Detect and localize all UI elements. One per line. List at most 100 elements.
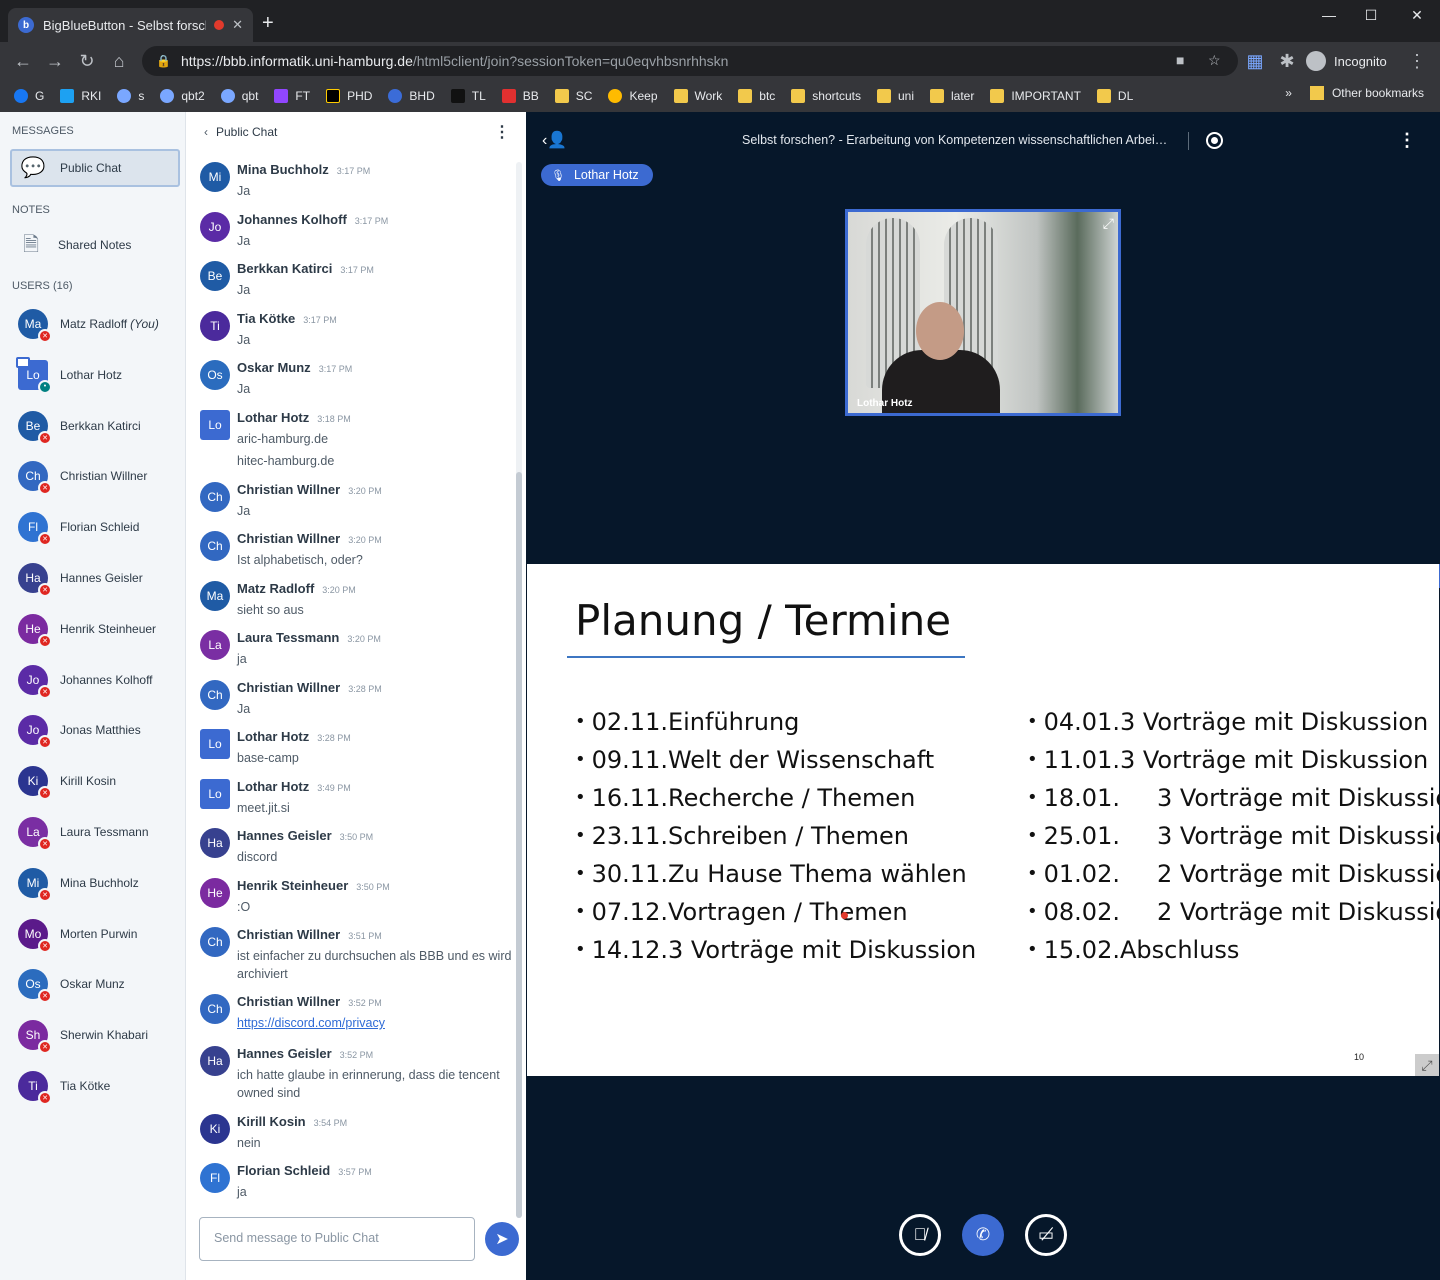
webcam-video[interactable]: Lothar Hotz ⤢ bbox=[845, 209, 1121, 416]
minimize-window-icon[interactable]: — bbox=[1306, 0, 1352, 30]
user-list-item[interactable]: Ma ✕ Matz Radloff (You) bbox=[0, 299, 186, 349]
chat-message-input[interactable]: Send message to Public Chat bbox=[199, 1217, 475, 1261]
bookmark-folder[interactable]: Work bbox=[673, 89, 722, 103]
reload-icon[interactable]: ↻ bbox=[76, 50, 98, 72]
public-chat-nav-item[interactable]: 💬 Public Chat bbox=[10, 149, 180, 187]
avatar-initials: Lo bbox=[208, 418, 222, 432]
unmute-button[interactable]: 🎙̸ bbox=[899, 1214, 941, 1256]
puzzle-extensions-icon[interactable]: ✱ bbox=[1276, 50, 1298, 72]
slide-fullscreen-icon[interactable]: ⤢ bbox=[1415, 1054, 1439, 1076]
message-time: 3:54 PM bbox=[313, 1118, 348, 1128]
incognito-indicator[interactable]: Incognito bbox=[1306, 51, 1387, 71]
home-icon[interactable]: ⌂ bbox=[108, 50, 130, 72]
bookmark-folder[interactable]: DL bbox=[1096, 89, 1133, 103]
bookmark-item[interactable]: TL bbox=[450, 89, 486, 103]
user-list-item[interactable]: Ti ✕ Tia Kötke bbox=[0, 1061, 186, 1111]
more-bookmarks-icon[interactable]: » bbox=[1285, 86, 1292, 100]
bookmark-item[interactable]: G bbox=[14, 89, 44, 103]
title-divider bbox=[1188, 132, 1189, 150]
other-bookmarks[interactable]: » Other bookmarks bbox=[1285, 86, 1424, 100]
avatar-initials: Ti bbox=[210, 319, 220, 333]
bookmark-folder[interactable]: later bbox=[930, 89, 974, 103]
bookmark-folder[interactable]: shortcuts bbox=[791, 89, 861, 103]
messages-section-title: MESSAGES bbox=[12, 125, 74, 137]
user-list-item[interactable]: Mi ✕ Mina Buchholz bbox=[0, 858, 186, 908]
bookmark-folder[interactable]: IMPORTANT bbox=[990, 89, 1081, 103]
bookmark-item[interactable]: RKI bbox=[60, 89, 101, 103]
chat-options-icon[interactable]: ⋮ bbox=[494, 122, 510, 142]
close-tab-icon[interactable]: ✕ bbox=[232, 17, 243, 33]
sender-name: Lothar Hotz bbox=[237, 729, 310, 744]
send-message-button[interactable]: ➤ bbox=[485, 1222, 519, 1256]
message-time: 3:50 PM bbox=[339, 832, 374, 842]
fullscreen-icon[interactable]: ⤢ bbox=[1103, 215, 1114, 232]
user-list-item[interactable]: Ch ✕ Christian Willner bbox=[0, 451, 186, 501]
user-list-item[interactable]: He ✕ Henrik Steinheuer bbox=[0, 604, 186, 654]
user-list-item[interactable]: Jo ✕ Johannes Kolhoff bbox=[0, 655, 186, 705]
bookmark-item[interactable]: FT bbox=[274, 89, 310, 103]
user-list-item[interactable]: Fl ✕ Florian Schleid bbox=[0, 502, 186, 552]
leave-audio-button[interactable]: ✆ bbox=[962, 1214, 1004, 1256]
avatar: Ch bbox=[200, 994, 230, 1024]
message-link[interactable]: https://discord.com/privacy bbox=[237, 1014, 517, 1032]
browser-tab[interactable]: b BigBlueButton - Selbst forsch ✕ bbox=[8, 8, 253, 42]
user-list-item[interactable]: Mo ✕ Morten Purwin bbox=[0, 909, 186, 959]
extension-icon[interactable]: ▦ bbox=[1244, 50, 1266, 72]
user-list-item[interactable]: Ki ✕ Kirill Kosin bbox=[0, 756, 186, 806]
toggle-userlist-icon[interactable]: ‹👤 bbox=[542, 130, 567, 150]
slide-date: 02.11. bbox=[591, 708, 668, 736]
recording-indicator-icon[interactable] bbox=[1206, 132, 1223, 149]
slide-bullet: • 15.02.Abschluss bbox=[1027, 935, 1440, 973]
bookmark-item[interactable]: qbt2 bbox=[160, 89, 205, 103]
bookmark-item[interactable]: BHD bbox=[388, 89, 435, 103]
message-sender: Christian Willner 3:28 PM bbox=[237, 680, 382, 695]
bookmark-folder[interactable]: btc bbox=[738, 89, 775, 103]
sender-name: Christian Willner bbox=[237, 531, 341, 546]
bullet-icon: • bbox=[1027, 825, 1038, 846]
navigation-bar: ← → ↻ ⌂ 🔒 https://bbb.informatik.uni-ham… bbox=[0, 42, 1440, 80]
bookmark-item[interactable]: BB bbox=[501, 89, 539, 103]
options-menu-icon[interactable]: ⋮ bbox=[1398, 130, 1416, 151]
close-window-icon[interactable]: ✕ bbox=[1394, 0, 1440, 30]
avatar: Os ✕ bbox=[18, 969, 52, 1004]
maximize-window-icon[interactable]: ☐ bbox=[1348, 0, 1394, 30]
user-list-item[interactable]: Os ✕ Oskar Munz bbox=[0, 959, 186, 1009]
slide-date: 14.12. bbox=[591, 936, 668, 964]
user-list-item[interactable]: Be ✕ Berkkan Katirci bbox=[0, 401, 186, 451]
user-name: Oskar Munz bbox=[60, 977, 125, 992]
talking-indicator[interactable]: 🎙 Lothar Hotz bbox=[541, 164, 653, 186]
user-list-item[interactable]: Sh ✕ Sherwin Khabari bbox=[0, 1010, 186, 1060]
bookmark-item[interactable]: qbt bbox=[220, 89, 258, 103]
user-list-item[interactable]: La ✕ Laura Tessmann bbox=[0, 807, 186, 857]
back-icon[interactable]: ← bbox=[12, 50, 34, 72]
chat-scrollbar[interactable] bbox=[516, 162, 522, 1218]
message-text: Ja bbox=[237, 234, 251, 248]
camera-icon[interactable]: ■ bbox=[1176, 52, 1184, 68]
bookmark-star-icon[interactable]: ☆ bbox=[1208, 52, 1221, 69]
bookmark-folder[interactable]: uni bbox=[876, 89, 914, 103]
share-webcam-button[interactable]: ▭̸ bbox=[1025, 1214, 1067, 1256]
user-list-item[interactable]: Jo ✕ Jonas Matthies bbox=[0, 705, 186, 755]
chat-title[interactable]: Public Chat bbox=[216, 125, 277, 139]
bookmark-item[interactable]: SC bbox=[554, 89, 592, 103]
shared-notes-nav-item[interactable]: 🗎 Shared Notes bbox=[10, 226, 180, 264]
new-tab-icon[interactable]: + bbox=[262, 13, 274, 33]
address-bar[interactable]: 🔒 https://bbb.informatik.uni-hamburg.de /… bbox=[142, 46, 1238, 76]
scrollbar-thumb[interactable] bbox=[516, 472, 522, 1218]
message-sender: Henrik Steinheuer 3:50 PM bbox=[237, 878, 390, 893]
user-name: Florian Schleid bbox=[60, 520, 140, 535]
user-list-item[interactable]: Ha ✕ Hannes Geisler bbox=[0, 553, 186, 603]
bookmark-item[interactable]: PHD bbox=[326, 89, 372, 103]
message-sender: Tia Kötke 3:17 PM bbox=[237, 311, 337, 326]
bookmark-item[interactable]: Keep bbox=[608, 89, 658, 103]
message-time: 3:52 PM bbox=[348, 998, 382, 1008]
forward-icon[interactable]: → bbox=[44, 50, 66, 72]
muted-microphone-icon: ✕ bbox=[38, 735, 52, 750]
browser-chrome: b BigBlueButton - Selbst forsch ✕ + — ☐ … bbox=[0, 0, 1440, 112]
slide-date: 30.11. bbox=[591, 860, 668, 888]
browser-menu-icon[interactable]: ⋮ bbox=[1406, 50, 1428, 72]
chevron-left-icon[interactable]: ‹ bbox=[204, 125, 208, 139]
bookmark-item[interactable]: s bbox=[117, 89, 144, 103]
user-list-item[interactable]: Lo • Lothar Hotz bbox=[0, 350, 186, 400]
avatar-initials: Fl bbox=[28, 520, 38, 535]
